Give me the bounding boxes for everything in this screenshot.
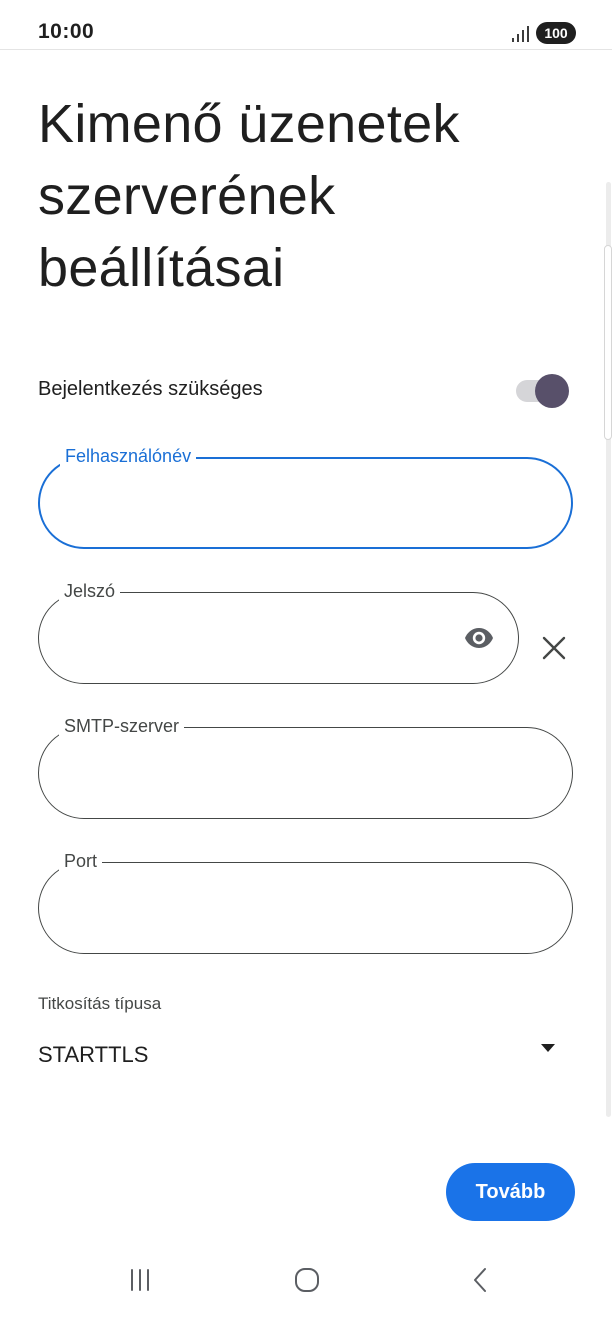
password-label: Jelszó (59, 580, 121, 602)
username-label: Felhasználónév (60, 445, 197, 467)
port-field[interactable]: Port (38, 850, 573, 954)
close-icon[interactable] (536, 628, 572, 668)
username-field[interactable]: Felhasználónév (38, 445, 573, 549)
back-icon[interactable] (460, 1262, 500, 1298)
port-input[interactable] (65, 891, 485, 925)
outgoing-server-settings-screen: 10:00 100 Kimenő üzenetek szerverének be… (0, 0, 612, 1326)
toggle-knob[interactable] (535, 374, 569, 408)
status-time: 10:00 (38, 20, 95, 43)
encryption-selected-value: STARTTLS (38, 1042, 149, 1067)
status-bar: 10:00 100 (0, 0, 612, 50)
home-icon[interactable] (287, 1262, 327, 1298)
port-label: Port (59, 850, 103, 872)
username-input[interactable] (66, 487, 486, 521)
password-field[interactable]: Jelszó (38, 580, 519, 684)
next-button[interactable]: Tovább (446, 1163, 575, 1221)
scrollbar-thumb[interactable] (604, 245, 612, 440)
battery-indicator: 100 (536, 22, 576, 44)
encryption-label: Titkosítás típusa (38, 994, 162, 1013)
page-title: Kimenő üzenetek szerverének beállításai (38, 94, 460, 298)
dropdown-arrow-icon[interactable] (540, 1040, 556, 1052)
recents-icon[interactable] (120, 1262, 160, 1298)
login-required-label: Bejelentkezés szükséges (38, 378, 263, 400)
password-input[interactable] (65, 621, 445, 655)
smtp-server-input[interactable] (65, 756, 485, 790)
smtp-server-label: SMTP-szerver (59, 715, 185, 737)
eye-icon[interactable] (462, 623, 496, 653)
encryption-dropdown[interactable]: STARTTLS (38, 1036, 568, 1076)
smtp-server-field[interactable]: SMTP-szerver (38, 715, 573, 819)
signal-icon (512, 26, 532, 42)
